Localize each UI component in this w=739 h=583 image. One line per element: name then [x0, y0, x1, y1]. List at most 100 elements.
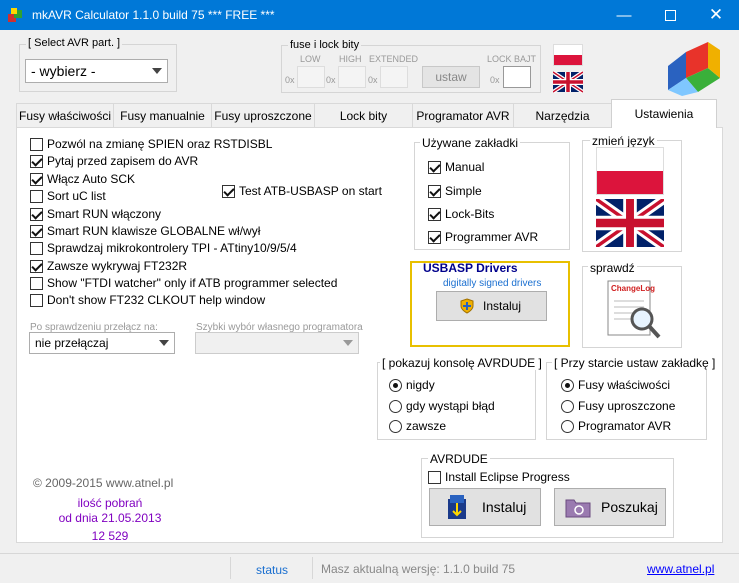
- option-ftdi-watcher[interactable]: Show "FTDI watcher" only if ATB programm…: [30, 276, 337, 290]
- changelog-icon[interactable]: ChangeLog: [606, 279, 662, 341]
- option-checkbox[interactable]: [30, 224, 43, 238]
- option-checkbox[interactable]: [30, 293, 43, 307]
- option-label: Show "FTDI watcher" only if ATB programm…: [47, 276, 338, 290]
- used-tab-manual[interactable]: Manual: [428, 160, 484, 174]
- option-checkbox[interactable]: [30, 276, 43, 290]
- radio-button[interactable]: [561, 399, 574, 413]
- lock-byte-field[interactable]: [503, 66, 531, 88]
- startup-title: [ Przy starcie ustaw zakładkę ]: [552, 356, 718, 370]
- console-never[interactable]: nigdy: [389, 378, 435, 392]
- option-label: Zawsze wykrywaj FT232R: [47, 259, 188, 273]
- tab-ustawienia[interactable]: Ustawienia: [611, 99, 717, 128]
- option-ft232-clkout[interactable]: Don't show FT232 CLKOUT help window: [30, 293, 265, 307]
- tab-fusy-manualnie[interactable]: Fusy manualnie: [113, 103, 212, 127]
- set-fuse-button[interactable]: ustaw: [422, 66, 480, 88]
- option-smart-run[interactable]: Smart RUN włączony: [30, 207, 161, 221]
- low-prefix: 0x: [285, 75, 295, 85]
- option-ask-before-write[interactable]: Pytaj przed zapisem do AVR: [30, 154, 198, 168]
- option-checkbox[interactable]: [222, 184, 235, 198]
- app-icon: [8, 8, 24, 22]
- tab-fusy-uproszczone[interactable]: Fusy uproszczone: [211, 103, 315, 127]
- console-always[interactable]: zawsze: [389, 419, 446, 433]
- option-label: Test ATB-USBASP on start: [239, 184, 382, 198]
- maximize-icon[interactable]: [647, 0, 693, 30]
- option-auto-sck[interactable]: Włącz Auto SCK: [30, 172, 135, 186]
- console-on-error[interactable]: gdy wystąpi błąd: [389, 399, 495, 413]
- after-check-value: nie przełączaj: [35, 336, 109, 350]
- option-checkbox[interactable]: [428, 160, 441, 174]
- lock-label: LOCK BAJT: [487, 54, 537, 64]
- eclipse-progress[interactable]: Install Eclipse Progress: [428, 470, 570, 484]
- polish-flag-icon[interactable]: [553, 44, 583, 66]
- extended-prefix: 0x: [368, 75, 378, 85]
- downloads-count: 12 529: [91, 529, 129, 543]
- option-label: Pytaj przed zapisem do AVR: [47, 154, 199, 168]
- option-label: Simple: [445, 184, 482, 198]
- option-spien[interactable]: Pozwól na zmianę SPIEN oraz RSTDISBL: [30, 137, 272, 151]
- high-prefix: 0x: [326, 75, 336, 85]
- radio-button[interactable]: [561, 419, 574, 433]
- tab-lock-bity[interactable]: Lock bity: [314, 103, 413, 127]
- option-checkbox[interactable]: [30, 241, 43, 255]
- usbasp-install-button[interactable]: Instaluj: [436, 291, 547, 321]
- extended-fuse-field: [380, 66, 408, 88]
- option-smart-run-keys[interactable]: Smart RUN klawisze GLOBALNE wł/wył: [30, 224, 260, 238]
- used-tab-simple[interactable]: Simple: [428, 184, 482, 198]
- option-check-tpi[interactable]: Sprawdzaj mikrokontrolery TPI - ATtiny10…: [30, 241, 297, 255]
- shield-icon: [459, 298, 475, 314]
- extended-label: EXTENDED: [369, 54, 419, 64]
- avrdude-install-label: Instaluj: [482, 499, 527, 515]
- option-checkbox[interactable]: [428, 184, 441, 198]
- tab-fusy-wlasciwosci[interactable]: Fusy właściwości: [16, 103, 114, 127]
- website-link[interactable]: www.atnel.pl: [647, 562, 714, 576]
- downloads-label: ilość pobrań: [77, 496, 143, 510]
- used-tab-lockbits[interactable]: Lock-Bits: [428, 207, 494, 221]
- option-test-atb[interactable]: Test ATB-USBASP on start: [222, 184, 382, 198]
- tab-narzedzia[interactable]: Narzędzia: [513, 103, 612, 127]
- option-checkbox[interactable]: [428, 470, 441, 484]
- startup-fusy-wlasciwosci[interactable]: Fusy właściwości: [561, 378, 670, 392]
- console-title: [ pokazuj konsolę AVRDUDE ]: [380, 356, 544, 370]
- fuse-group-label: fuse i lock bity: [288, 39, 362, 51]
- option-checkbox[interactable]: [30, 154, 43, 168]
- option-detect-ft232r[interactable]: Zawsze wykrywaj FT232R: [30, 259, 187, 273]
- high-label: HIGH: [339, 54, 362, 64]
- tab-programator-avr[interactable]: Programator AVR: [412, 103, 514, 127]
- uk-flag-icon[interactable]: [593, 195, 667, 251]
- option-label: Pozwól na zmianę SPIEN oraz RSTDISBL: [47, 137, 273, 151]
- avrdude-search-button[interactable]: Poszukaj: [554, 488, 666, 526]
- avr-part-select[interactable]: - wybierz -: [25, 59, 168, 83]
- startup-fusy-uproszczone[interactable]: Fusy uproszczone: [561, 399, 675, 413]
- quick-select-dropdown[interactable]: [195, 332, 359, 354]
- radio-button[interactable]: [389, 378, 402, 392]
- avrdude-search-label: Poszukaj: [601, 499, 658, 515]
- startup-programator-avr[interactable]: Programator AVR: [561, 419, 671, 433]
- option-checkbox[interactable]: [30, 137, 43, 151]
- option-checkbox[interactable]: [428, 230, 441, 244]
- option-checkbox[interactable]: [30, 189, 43, 203]
- high-fuse-field: [338, 66, 366, 88]
- option-label: Sprawdzaj mikrokontrolery TPI - ATtiny10…: [47, 241, 297, 255]
- mkavr-logo-icon: [664, 38, 724, 96]
- minimize-icon[interactable]: —: [601, 0, 647, 30]
- radio-button[interactable]: [389, 419, 402, 433]
- radio-label: zawsze: [406, 419, 447, 433]
- radio-button[interactable]: [561, 378, 574, 392]
- close-icon[interactable]: ✕: [693, 0, 739, 30]
- radio-label: Fusy właściwości: [578, 378, 671, 392]
- radio-button[interactable]: [389, 399, 402, 413]
- option-sort-uc[interactable]: Sort uC list: [30, 189, 106, 203]
- option-checkbox[interactable]: [30, 207, 43, 221]
- avrdude-install-button[interactable]: Instaluj: [429, 488, 541, 526]
- downloads-since: od dnia 21.05.2013: [58, 511, 162, 525]
- option-checkbox[interactable]: [428, 207, 441, 221]
- radio-label: Programator AVR: [578, 419, 672, 433]
- low-fuse-field: [297, 66, 325, 88]
- window-title: mkAVR Calculator 1.1.0 build 75 *** FREE…: [32, 8, 275, 22]
- uk-flag-icon[interactable]: [551, 70, 585, 94]
- polish-flag-icon[interactable]: [596, 147, 664, 195]
- after-check-select[interactable]: nie przełączaj: [29, 332, 175, 354]
- option-checkbox[interactable]: [30, 259, 43, 273]
- option-checkbox[interactable]: [30, 172, 43, 186]
- used-tab-programmer[interactable]: Programmer AVR: [428, 230, 538, 244]
